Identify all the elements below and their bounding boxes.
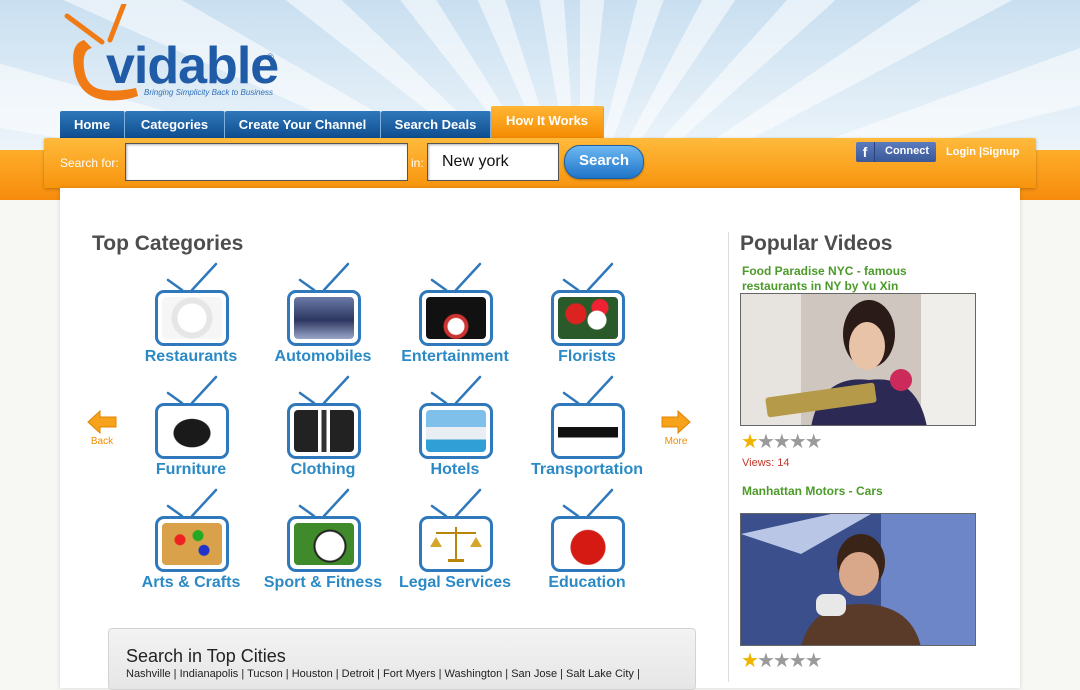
facebook-connect-button[interactable]: f Connect [856, 142, 936, 162]
tv-antenna-icon [430, 262, 482, 292]
category-label: Transportation [530, 461, 643, 478]
video-1-title-line1: Food Paradise NYC - famous [742, 264, 907, 278]
video-1-title[interactable]: Food Paradise NYC - famous restaurants i… [742, 264, 907, 294]
logo-wordmark: vidable [106, 37, 279, 95]
soccer-ball-icon [294, 523, 354, 565]
scales-icon [426, 523, 486, 565]
tv-antenna-icon [166, 488, 218, 518]
tv-antenna-icon [562, 375, 614, 405]
tv-frame [287, 290, 361, 346]
category-hotels[interactable]: Hotels [374, 373, 514, 483]
star-empty-icon: ★★★★ [756, 650, 823, 672]
video-2-rating: ★★★★★ [741, 650, 823, 672]
top-cities-list[interactable]: Nashville | Indianapolis | Tucson | Hous… [126, 668, 640, 680]
tv-frame [287, 516, 361, 572]
video-1-views: Views: 14 [742, 457, 790, 469]
tab-home[interactable]: Home [60, 111, 125, 138]
tv-frame [551, 516, 625, 572]
suit-icon [294, 410, 354, 452]
hotel-pool-icon [426, 410, 486, 452]
video-2-title-line1: Manhattan Motors - Cars [742, 484, 883, 498]
top-cities-title: Search in Top Cities [126, 646, 286, 666]
tv-antenna-icon [430, 375, 482, 405]
tv-frame [551, 403, 625, 459]
tv-frame [287, 403, 361, 459]
signup-link[interactable]: Signup [982, 146, 1019, 158]
more-label: More [664, 436, 688, 447]
facebook-icon: f [856, 142, 875, 162]
category-label: Florists [558, 348, 616, 365]
search-for-label: Search for: [60, 156, 119, 170]
top-categories-title: Top Categories [92, 232, 244, 255]
video-1-rating: ★★★★★ [741, 431, 823, 453]
tv-antenna-icon [298, 375, 350, 405]
category-transportation[interactable]: Transportation [506, 373, 646, 483]
car-icon [294, 297, 354, 339]
armchair-icon [162, 410, 222, 452]
category-florists[interactable]: Florists [506, 260, 646, 370]
tv-antenna-icon [298, 262, 350, 292]
tv-frame [419, 403, 493, 459]
video-1-thumbnail[interactable] [740, 293, 976, 426]
login-link[interactable]: Login [946, 146, 976, 158]
search-bar: Search for: in: Search f Connect Login |… [44, 138, 1036, 188]
salad-plate-icon [162, 297, 222, 339]
tab-create-your-channel[interactable]: Create Your Channel [225, 111, 381, 138]
top-cities-box: Search in Top Cities Nashville | Indiana… [108, 628, 696, 690]
more-arrow[interactable]: More [656, 408, 696, 452]
search-query-input[interactable] [125, 143, 408, 181]
category-restaurants[interactable]: Restaurants [110, 260, 250, 370]
tv-frame [551, 290, 625, 346]
video-2-thumbnail[interactable] [740, 513, 976, 646]
tv-antenna-icon [298, 488, 350, 518]
category-sport-fitness[interactable]: Sport & Fitness [242, 486, 382, 596]
tv-antenna-icon [166, 375, 218, 405]
tv-frame [155, 290, 229, 346]
connect-label: Connect [885, 145, 929, 157]
star-empty-icon: ★★★★ [756, 431, 823, 453]
category-automobiles[interactable]: Automobiles [242, 260, 382, 370]
tab-categories[interactable]: Categories [125, 111, 225, 138]
category-furniture[interactable]: Furniture [110, 373, 250, 483]
tv-frame [155, 403, 229, 459]
column-divider [728, 232, 729, 682]
registered-mark: ® [267, 52, 274, 62]
search-in-label: in: [411, 156, 424, 170]
tv-frame [155, 516, 229, 572]
video-2-title[interactable]: Manhattan Motors - Cars [742, 484, 883, 499]
category-education[interactable]: Education [506, 486, 646, 596]
tv-frame [419, 516, 493, 572]
bowling-icon [426, 297, 486, 339]
tv-antenna-icon [166, 262, 218, 292]
star-filled-icon: ★ [741, 650, 759, 672]
category-arts-crafts[interactable]: Arts & Crafts [110, 486, 250, 596]
video-2-still [741, 514, 975, 645]
popular-videos-title: Popular Videos [740, 232, 893, 255]
tv-antenna-icon [562, 488, 614, 518]
limousine-icon [558, 410, 618, 452]
flowers-icon [558, 297, 618, 339]
video-1-still [741, 294, 975, 425]
video-1-title-line2: restaurants in NY by Yu Xin [742, 279, 899, 293]
tv-frame [419, 290, 493, 346]
tab-search-deals[interactable]: Search Deals [381, 111, 491, 138]
location-input[interactable] [427, 143, 559, 181]
palette-icon [162, 523, 222, 565]
search-button[interactable]: Search [564, 145, 644, 179]
star-filled-icon: ★ [741, 431, 759, 453]
arrow-right-icon [661, 409, 691, 435]
vidable-logo[interactable]: vidable ® Bringing Simplicity Back to Bu… [62, 4, 282, 108]
category-clothing[interactable]: Clothing [242, 373, 382, 483]
tv-antenna-icon [562, 262, 614, 292]
category-entertainment[interactable]: Entertainment [374, 260, 514, 370]
tab-how-it-works[interactable]: How It Works [491, 106, 604, 139]
tv-antenna-icon [430, 488, 482, 518]
logo-tagline: Bringing Simplicity Back to Business [144, 88, 273, 97]
category-legal-services[interactable]: Legal Services [374, 486, 514, 596]
category-label: Education [548, 574, 626, 591]
auth-links: Login |Signup [946, 146, 1019, 158]
apple-icon [558, 523, 618, 565]
